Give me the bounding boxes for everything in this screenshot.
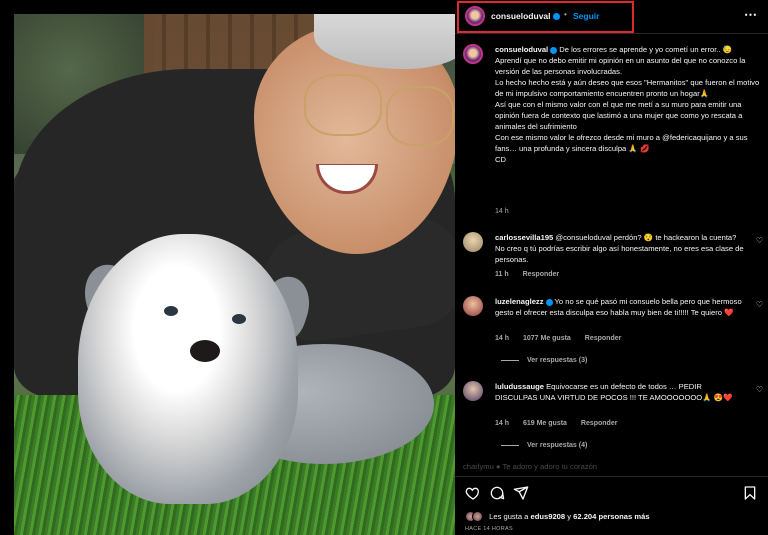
- comment-like-count[interactable]: 1077 Me gusta: [523, 335, 571, 342]
- caption-text: consueloduval De los errores se aprende …: [495, 44, 763, 165]
- comment-item: carlossevilla195 @consueloduval perdón? …: [463, 232, 763, 282]
- author-username-text[interactable]: consueloduval: [491, 11, 551, 21]
- comment-avatar[interactable]: [463, 296, 483, 316]
- partially-hidden-comment: charlymu ● Te adoro y adoro tu corazón: [463, 462, 598, 471]
- comment-like-heart-icon[interactable]: ♡: [756, 236, 763, 245]
- post-side-panel: consueloduval • Seguir ⋯ consueloduval D…: [455, 0, 768, 535]
- replies-line: [501, 359, 519, 361]
- reply-button[interactable]: Responder: [581, 420, 618, 427]
- likes-middle: y: [565, 512, 574, 521]
- puppy-nose: [190, 340, 220, 362]
- heart-icon[interactable]: [465, 485, 481, 501]
- comment-like-heart-icon[interactable]: ♡: [756, 300, 763, 309]
- glasses-right-lens: [386, 86, 454, 146]
- caption-line: CD: [495, 155, 506, 164]
- caption-line: Aprendí que no debo emitir mi opinión en…: [495, 56, 746, 76]
- comment-username[interactable]: luludussauge: [495, 382, 544, 391]
- post-header: consueloduval • Seguir ⋯: [455, 0, 768, 34]
- comment-item: luludussauge Equivocarse es un defecto d…: [463, 381, 763, 455]
- comment-like-heart-icon[interactable]: ♡: [756, 385, 763, 394]
- likes-user[interactable]: edus9208: [531, 512, 566, 521]
- comment-text: carlossevilla195 @consueloduval perdón? …: [495, 232, 745, 265]
- caption-time: 14 h: [495, 208, 509, 215]
- reply-button[interactable]: Responder: [523, 271, 560, 278]
- author-avatar[interactable]: [465, 6, 485, 26]
- likes-prefix: Les gusta a: [489, 512, 531, 521]
- reply-button[interactable]: Responder: [585, 335, 622, 342]
- comment-text: luludussauge Equivocarse es un defecto d…: [495, 381, 745, 403]
- liker-avatar: [472, 511, 483, 522]
- caption-line: Lo hecho hecho está y aún deseo que esos…: [495, 78, 760, 98]
- bookmark-icon[interactable]: [742, 485, 758, 501]
- caption-username[interactable]: consueloduval: [495, 45, 548, 54]
- puppy-head: [78, 234, 298, 504]
- comment-meta: 14 h 619 Me gusta Responder: [495, 420, 629, 427]
- glasses-left-lens: [304, 74, 382, 136]
- comment-item: luzelenaglezz Yo no se qué pasó mi consu…: [463, 296, 763, 368]
- comment-text: luzelenaglezz Yo no se qué pasó mi consu…: [495, 296, 745, 318]
- view-replies-label[interactable]: Ver respuestas (3): [527, 357, 587, 364]
- comment-icon[interactable]: [489, 485, 505, 501]
- post-timestamp: HACE 14 HORAS: [465, 526, 513, 532]
- post-actions-bar: Les gusta a edus9208 y 62.204 personas m…: [455, 476, 768, 535]
- post-image[interactable]: [14, 14, 455, 535]
- verified-badge-icon: [550, 46, 558, 54]
- comment-avatar[interactable]: [463, 381, 483, 401]
- view-replies-label[interactable]: Ver respuestas (4): [527, 442, 587, 449]
- puppy-left-eye: [164, 306, 178, 316]
- comment-time: 14 h: [495, 420, 510, 427]
- caption-line: De los errores se aprende y yo cometí un…: [559, 45, 733, 54]
- comment-time: 14 h: [495, 335, 510, 342]
- share-icon[interactable]: [513, 485, 529, 501]
- comment-meta: 14 h 1077 Me gusta Responder: [495, 335, 633, 342]
- separator-dot: •: [564, 10, 567, 19]
- likes-text[interactable]: Les gusta a edus9208 y 62.204 personas m…: [489, 512, 649, 521]
- comment-avatar[interactable]: [463, 232, 483, 252]
- likes-summary[interactable]: Les gusta a edus9208 y 62.204 personas m…: [465, 511, 650, 522]
- comment-time: 11 h: [495, 271, 509, 278]
- caption-line: Con ese mismo valor le ofrezco desde mi …: [495, 133, 748, 153]
- more-options-icon[interactable]: ⋯: [744, 7, 757, 23]
- view-replies-button[interactable]: Ver respuestas (3): [501, 357, 587, 364]
- comment-like-count[interactable]: 619 Me gusta: [523, 420, 567, 427]
- likes-suffix: más: [632, 512, 650, 521]
- follow-button[interactable]: Seguir: [573, 11, 599, 21]
- view-replies-button[interactable]: Ver respuestas (4): [501, 442, 587, 449]
- verified-badge-icon: [552, 13, 560, 21]
- puppy-right-eye: [232, 314, 246, 324]
- caption-line: Así que con el mismo valor con el que me…: [495, 100, 743, 131]
- comment-meta: 11 h Responder: [495, 271, 571, 278]
- caption-avatar[interactable]: [463, 44, 483, 64]
- likes-count[interactable]: 62.204 personas: [573, 512, 632, 521]
- comment-username[interactable]: carlossevilla195: [495, 233, 553, 242]
- replies-line: [501, 444, 519, 446]
- verified-badge-icon: [545, 298, 553, 306]
- author-username[interactable]: consueloduval: [491, 11, 560, 21]
- comment-username[interactable]: luzelenaglezz: [495, 297, 544, 306]
